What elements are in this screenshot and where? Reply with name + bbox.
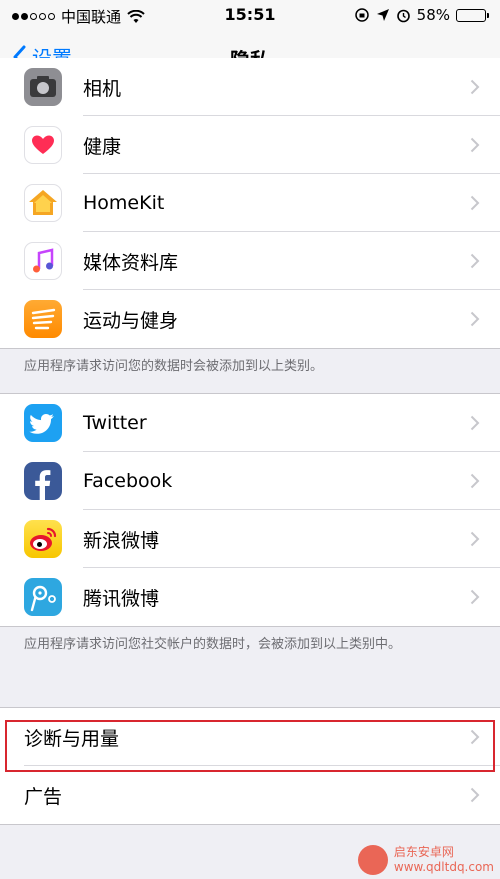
watermark-logo-icon (357, 845, 388, 875)
chevron-right-icon (470, 589, 480, 605)
row-camera[interactable]: 相机 (0, 58, 500, 116)
battery-icon (456, 8, 489, 22)
group-social-accounts: Twitter Facebook 新浪微博 腾讯微博 (0, 393, 500, 627)
health-icon (24, 126, 62, 164)
tencent-weibo-icon (24, 578, 62, 616)
weibo-icon (24, 520, 62, 558)
watermark-text: 启东安卓网 www.qdltdq.com (394, 845, 494, 875)
motion-icon (24, 300, 62, 338)
row-label: 新浪微博 (83, 529, 160, 552)
chevron-right-icon (470, 531, 480, 547)
chevron-right-icon (470, 729, 480, 745)
row-diagnostics-usage[interactable]: 诊断与用量 (0, 708, 500, 766)
twitter-icon (24, 404, 62, 442)
chevron-right-icon (470, 195, 480, 211)
status-bar: 中国联通 15:51 58% (0, 0, 500, 30)
row-facebook[interactable]: Facebook (0, 452, 500, 510)
row-media-library[interactable]: 媒体资料库 (0, 232, 500, 290)
row-health[interactable]: 健康 (0, 116, 500, 174)
homekit-icon (24, 184, 62, 222)
row-label: 健康 (83, 135, 122, 158)
music-icon (24, 242, 62, 280)
watermark: 启东安卓网 www.qdltdq.com (357, 845, 494, 875)
row-label: 广告 (24, 785, 63, 808)
row-advertising[interactable]: 广告 (0, 766, 500, 824)
group-permissions: 相机 健康 HomeKit 媒体资料库 运动与健身 (0, 58, 500, 349)
chevron-right-icon (470, 137, 480, 153)
row-twitter[interactable]: Twitter (0, 394, 500, 452)
chevron-right-icon (470, 79, 480, 95)
chevron-right-icon (470, 311, 480, 327)
row-label: 诊断与用量 (24, 727, 120, 750)
group-footer: 应用程序请求访问您的数据时会被添加到以上类别。 (24, 359, 324, 374)
chevron-right-icon (470, 787, 480, 803)
row-sina-weibo[interactable]: 新浪微博 (0, 510, 500, 568)
chevron-right-icon (470, 473, 480, 489)
settings-list: 相机 健康 HomeKit 媒体资料库 运动与健身 应用程序请求访问您的数据时会… (0, 58, 500, 825)
chevron-right-icon (470, 415, 480, 431)
row-label: 相机 (83, 77, 122, 100)
watermark-name: 启东安卓网 (393, 845, 454, 859)
group-footer: 应用程序请求访问您社交帐户的数据时，会被添加到以上类别中。 (24, 637, 402, 652)
location-icon (376, 9, 389, 21)
camera-icon (24, 68, 62, 106)
row-homekit[interactable]: HomeKit (0, 174, 500, 232)
facebook-icon (24, 462, 62, 500)
chevron-right-icon (470, 253, 480, 269)
row-label: HomeKit (83, 192, 165, 214)
row-tencent-weibo[interactable]: 腾讯微博 (0, 568, 500, 626)
row-label: 媒体资料库 (83, 251, 179, 274)
row-motion-fitness[interactable]: 运动与健身 (0, 290, 500, 348)
status-right: 58% (354, 6, 489, 24)
row-label: Twitter (83, 412, 147, 434)
row-label: Facebook (83, 470, 173, 492)
orientation-lock-icon (354, 8, 369, 22)
group-other: 诊断与用量 广告 (0, 707, 500, 825)
battery-percent: 58% (416, 6, 450, 24)
watermark-url: www.qdltdq.com (393, 860, 494, 874)
row-label: 运动与健身 (83, 309, 179, 332)
alarm-icon (396, 9, 410, 22)
row-label: 腾讯微博 (83, 587, 160, 610)
